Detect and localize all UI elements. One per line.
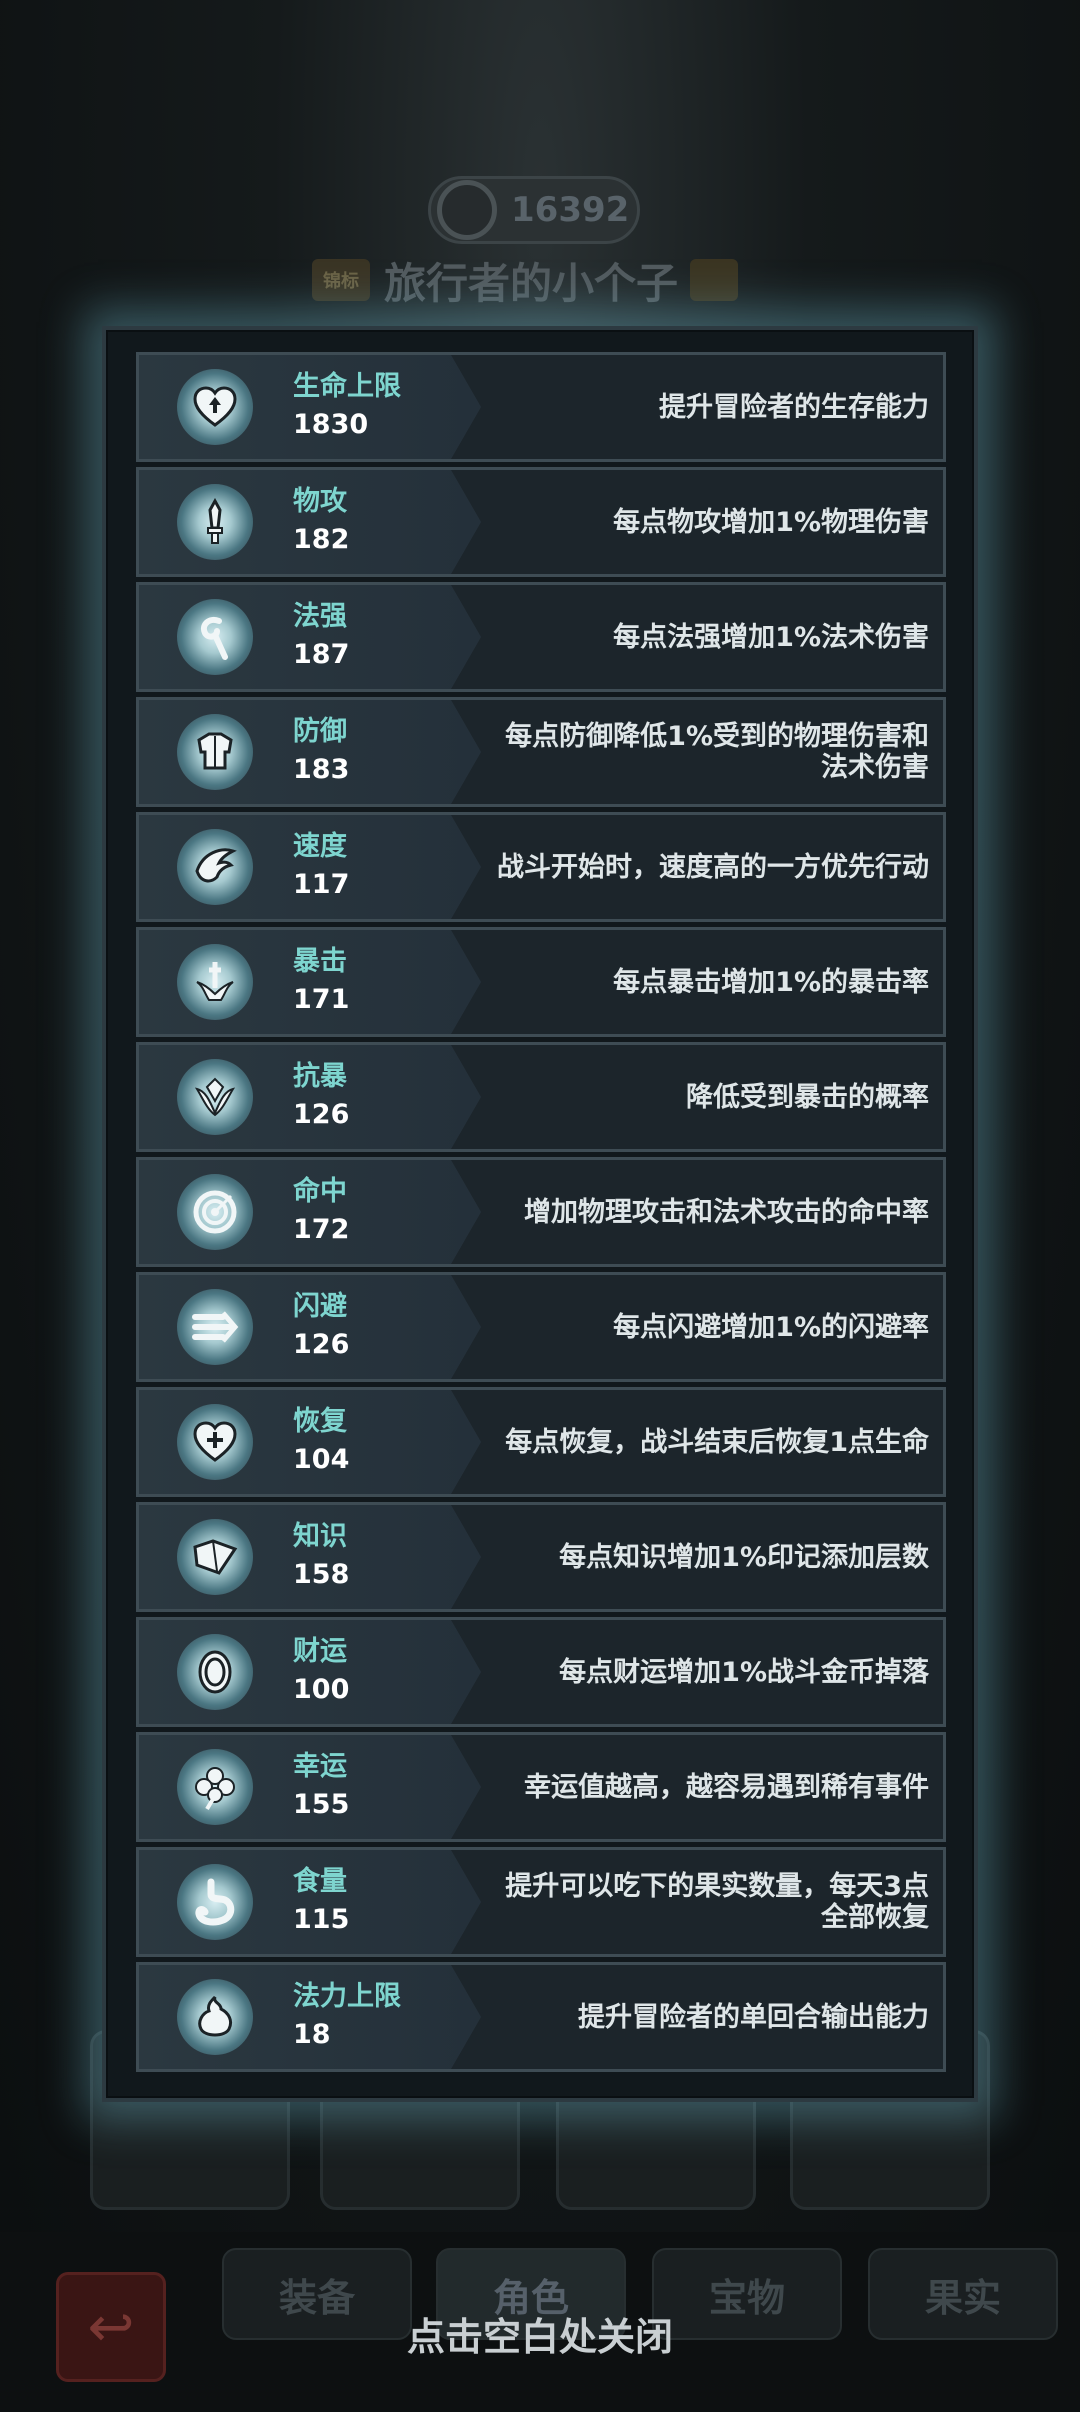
edit-icon: [690, 259, 739, 301]
dodge-icon: [177, 1289, 253, 1365]
stomach-icon: [177, 1864, 253, 1940]
stat-description: 每点防御降低1%受到的物理伤害和法术伤害: [505, 721, 929, 783]
player-title: 旅行者的小个子: [384, 258, 679, 308]
currency-value: 16392: [511, 190, 630, 230]
player-title-bar: 锦标 旅行者的小个子: [312, 250, 739, 310]
stat-row: 防御 183 每点防御降低1%受到的物理伤害和法术伤害: [136, 697, 946, 807]
stat-label: 知识: [293, 1521, 347, 1552]
stat-description: 提升冒险者的生存能力: [659, 391, 929, 423]
heart-up-icon: [177, 369, 253, 445]
stat-description: 每点知识增加1%印记添加层数: [559, 1541, 929, 1573]
stat-value: 158: [293, 1559, 350, 1590]
mana-drop-icon: [177, 1979, 253, 2055]
stat-description: 幸运值越高，越容易遇到稀有事件: [524, 1771, 929, 1803]
stat-row: 物攻 182 每点物攻增加1%物理伤害: [136, 467, 946, 577]
stat-row: 财运 100 每点财运增加1%战斗金币掉落: [136, 1617, 946, 1727]
stat-description: 每点恢复，战斗结束后恢复1点生命: [505, 1426, 929, 1458]
stat-label: 法强: [293, 601, 347, 632]
armor-icon: [177, 714, 253, 790]
stat-label: 闪避: [293, 1291, 347, 1322]
close-hint[interactable]: 点击空白处关闭: [0, 2306, 1080, 2361]
stat-label: 恢复: [293, 1406, 347, 1437]
stat-value: 104: [293, 1444, 350, 1475]
stat-value: 115: [293, 1904, 350, 1935]
stat-value: 182: [293, 524, 350, 555]
stat-description: 提升冒险者的单回合输出能力: [578, 2001, 929, 2033]
stat-label: 抗暴: [293, 1061, 347, 1092]
stat-row: 命中 172 增加物理攻击和法术攻击的命中率: [136, 1157, 946, 1267]
stat-row: 法强 187 每点法强增加1%法术伤害: [136, 582, 946, 692]
stat-description: 每点物攻增加1%物理伤害: [613, 506, 929, 538]
book-icon: [177, 1519, 253, 1595]
coin-icon: [177, 1634, 253, 1710]
stat-label: 食量: [293, 1866, 347, 1897]
stat-value: 117: [293, 869, 350, 900]
sword-icon: [177, 484, 253, 560]
stat-description: 每点暴击增加1%的暴击率: [613, 966, 929, 998]
stat-description: 降低受到暴击的概率: [686, 1081, 929, 1113]
currency-icon: [437, 180, 497, 240]
stat-description: 每点闪避增加1%的闪避率: [613, 1311, 929, 1343]
stat-label: 防御: [293, 716, 347, 747]
stat-value: 155: [293, 1789, 350, 1820]
stat-value: 183: [293, 754, 350, 785]
stat-row: 幸运 155 幸运值越高，越容易遇到稀有事件: [136, 1732, 946, 1842]
target-icon: [177, 1174, 253, 1250]
stat-row: 暴击 171 每点暴击增加1%的暴击率: [136, 927, 946, 1037]
stat-value: 126: [293, 1099, 350, 1130]
clover-icon: [177, 1749, 253, 1825]
currency-display: 16392: [428, 176, 640, 244]
stat-value: 1830: [293, 409, 369, 440]
stat-label: 幸运: [293, 1751, 347, 1782]
stat-label: 命中: [293, 1176, 347, 1207]
stat-description: 增加物理攻击和法术攻击的命中率: [524, 1196, 929, 1228]
stat-label: 暴击: [293, 946, 347, 977]
crit-icon: [177, 944, 253, 1020]
stat-row: 知识 158 每点知识增加1%印记添加层数: [136, 1502, 946, 1612]
stat-label: 财运: [293, 1636, 347, 1667]
stat-label: 生命上限: [293, 371, 401, 402]
stat-description: 每点法强增加1%法术伤害: [613, 621, 929, 653]
stat-label: 速度: [293, 831, 347, 862]
stat-row: 食量 115 提升可以吃下的果实数量，每天3点全部恢复: [136, 1847, 946, 1957]
crit-resist-icon: [177, 1059, 253, 1135]
stats-panel: 生命上限 1830 提升冒险者的生存能力物攻 182 每点物攻增加1%物理伤害法强 187…: [102, 326, 978, 2102]
heart-plus-icon: [177, 1404, 253, 1480]
stat-row: 闪避 126 每点闪避增加1%的闪避率: [136, 1272, 946, 1382]
stat-value: 126: [293, 1329, 350, 1360]
stat-value: 172: [293, 1214, 350, 1245]
stat-value: 187: [293, 639, 350, 670]
stat-description: 提升可以吃下的果实数量，每天3点全部恢复: [505, 1871, 929, 1933]
stat-row: 恢复 104 每点恢复，战斗结束后恢复1点生命: [136, 1387, 946, 1497]
wing-icon: [177, 829, 253, 905]
staff-icon: [177, 599, 253, 675]
stat-description: 战斗开始时，速度高的一方优先行动: [497, 851, 929, 883]
stat-label: 法力上限: [293, 1981, 401, 2012]
stat-row: 抗暴 126 降低受到暴击的概率: [136, 1042, 946, 1152]
stat-row: 速度 117 战斗开始时，速度高的一方优先行动: [136, 812, 946, 922]
stat-row: 法力上限 18 提升冒险者的单回合输出能力: [136, 1962, 946, 2072]
stat-label: 物攻: [293, 486, 347, 517]
title-badge: 锦标: [312, 259, 370, 301]
stat-description: 每点财运增加1%战斗金币掉落: [559, 1656, 929, 1688]
stat-value: 18: [293, 2019, 331, 2050]
stat-value: 100: [293, 1674, 350, 1705]
stat-value: 171: [293, 984, 350, 1015]
stat-row: 生命上限 1830 提升冒险者的生存能力: [136, 352, 946, 462]
